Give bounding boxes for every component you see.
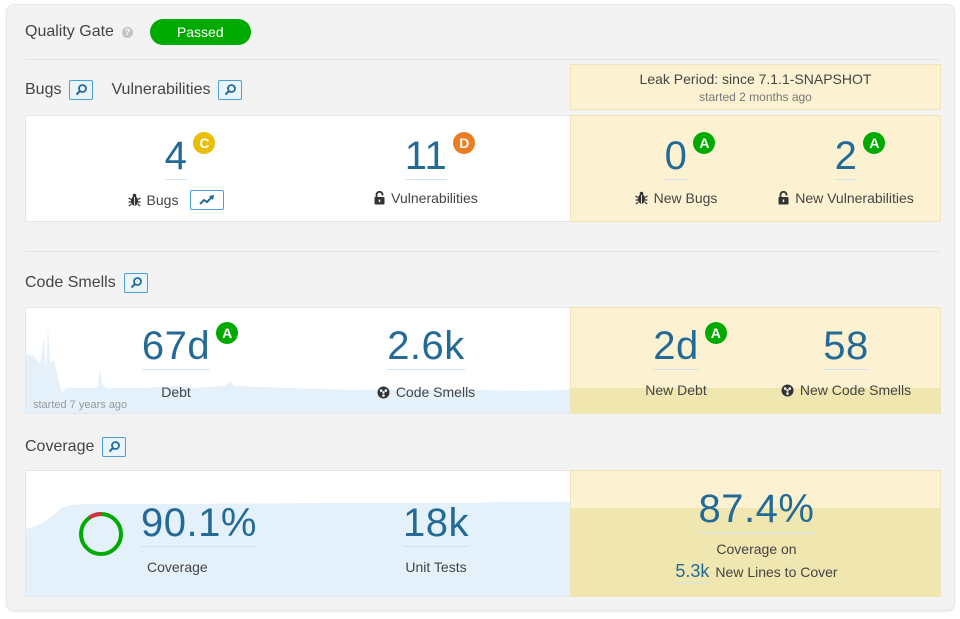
coverage-title: Coverage — [25, 437, 127, 457]
search-icon — [76, 84, 88, 96]
code-smells-title: Code Smells — [25, 273, 148, 293]
new-coverage-value[interactable]: 87.4% — [698, 487, 815, 533]
new-coverage-measure: 87.4% Coverage on 5.3k New Lines to Cove… — [571, 487, 940, 583]
unit-tests-measure: 18k Unit Tests — [371, 501, 501, 575]
lock-open-icon — [374, 191, 385, 205]
bugs-title: Bugs — [25, 81, 62, 98]
bug-icon — [127, 193, 141, 207]
coverage-ring-covered — [79, 512, 123, 556]
new-code-smells-value[interactable]: 58 — [823, 324, 869, 370]
new-lines-to-cover-value[interactable]: 5.3k — [675, 561, 710, 583]
new-debt-value[interactable]: 2d — [653, 324, 699, 370]
vulnerabilities-title: Vulnerabilities — [111, 81, 211, 98]
new-vulnerabilities-label: New Vulnerabilities — [795, 190, 914, 206]
leak-period-title: Leak Period: since 7.1.1-SNAPSHOT — [639, 71, 872, 87]
new-vulnerabilities-rating-badge[interactable]: A — [863, 132, 886, 154]
quality-gate-title: Quality Gate — [25, 23, 114, 40]
code-smells-title-text: Code Smells — [25, 274, 116, 291]
new-vulnerabilities-value[interactable]: 2 — [834, 134, 858, 180]
lock-open-icon — [778, 191, 789, 205]
new-debt-label: New Debt — [645, 382, 707, 398]
new-bugs-measure: 0 A New Bugs — [606, 132, 746, 206]
radiation-icon — [781, 384, 794, 397]
bugs-value[interactable]: 4 — [164, 134, 188, 180]
coverage-card: 90.1% Coverage 18k Unit Tests — [25, 470, 571, 597]
leak-bugs-card: 0 A New Bugs 2 A New Vulnerabilities — [570, 115, 941, 222]
vulnerabilities-value[interactable]: 11 — [404, 134, 448, 180]
code-smells-card: 67d A Debt 2.6k Code Smells started 7 ye… — [25, 307, 571, 414]
trend-line-icon — [199, 195, 215, 205]
new-bugs-label: New Bugs — [653, 190, 718, 206]
code-smells-value[interactable]: 2.6k — [387, 324, 465, 370]
bugs-card: 4 C Bugs 11 D Vulnerabilities — [25, 115, 571, 222]
divider — [25, 59, 939, 60]
new-code-smells-measure: 58 New Code Smells — [766, 324, 926, 398]
coverage-value[interactable]: 90.1% — [141, 501, 257, 547]
quality-gate-status-badge: Passed — [149, 19, 251, 45]
maintainability-rating-badge[interactable]: A — [216, 322, 239, 344]
code-smells-drilldown-button[interactable] — [123, 273, 148, 293]
new-lines-to-cover-label: New Lines to Cover — [715, 564, 838, 580]
leak-period-subtitle: started 2 months ago — [699, 90, 812, 104]
coverage-ring-uncovered — [78, 512, 123, 556]
overview-panel: Quality Gate ? Passed Bugs Vulnerabiliti… — [6, 4, 955, 611]
new-maintainability-rating-badge[interactable]: A — [704, 322, 727, 344]
unit-tests-label: Unit Tests — [405, 559, 467, 575]
quality-gate-header: Quality Gate ? Passed — [25, 19, 251, 45]
coverage-title-text: Coverage — [25, 438, 95, 455]
new-coverage-label: Coverage on — [716, 541, 797, 557]
radiation-icon — [377, 386, 390, 399]
debt-measure: 67d A Debt — [86, 322, 266, 400]
coverage-label: Coverage — [147, 559, 208, 575]
code-smells-label: Code Smells — [395, 384, 476, 400]
bugs-vulnerabilities-title: Bugs Vulnerabilities — [25, 80, 243, 100]
unit-tests-value[interactable]: 18k — [403, 501, 469, 547]
bugs-measure: 4 C Bugs — [86, 132, 266, 210]
vulnerabilities-rating-badge[interactable]: D — [453, 132, 476, 154]
search-icon — [225, 84, 237, 96]
history-start-note: started 7 years ago — [33, 399, 128, 411]
new-vulnerabilities-measure: 2 A New Vulnerabilities — [766, 132, 926, 206]
new-code-smells-label: New Code Smells — [799, 382, 912, 398]
debt-value[interactable]: 67d — [141, 324, 211, 370]
divider — [25, 251, 939, 252]
coverage-donut-chart — [78, 512, 123, 556]
debt-label: Debt — [161, 384, 191, 400]
new-bugs-value[interactable]: 0 — [664, 134, 688, 180]
coverage-measure: 90.1% Coverage — [141, 501, 271, 575]
search-icon — [130, 277, 142, 289]
code-smells-measure: 2.6k Code Smells — [336, 324, 516, 400]
new-debt-measure: 2d A New Debt — [606, 322, 746, 398]
bugs-history-button[interactable] — [190, 190, 225, 210]
coverage-drilldown-button[interactable] — [102, 437, 127, 457]
question-circle-icon[interactable]: ? — [121, 26, 133, 38]
bugs-label: Bugs — [146, 192, 179, 208]
bugs-drilldown-button[interactable] — [69, 80, 94, 100]
vulnerabilities-label: Vulnerabilities — [391, 190, 478, 206]
vulnerabilities-drilldown-button[interactable] — [218, 80, 243, 100]
bugs-rating-badge[interactable]: C — [193, 132, 216, 154]
leak-code-smells-card: 2d A New Debt 58 New Code Smells — [570, 307, 941, 414]
vulnerabilities-measure: 11 D Vulnerabilities — [336, 132, 516, 206]
search-icon — [109, 441, 121, 453]
leak-coverage-card: 87.4% Coverage on 5.3k New Lines to Cove… — [570, 470, 941, 597]
bug-icon — [634, 191, 648, 205]
leak-period-header: Leak Period: since 7.1.1-SNAPSHOT starte… — [570, 64, 941, 110]
new-bugs-rating-badge[interactable]: A — [693, 132, 716, 154]
